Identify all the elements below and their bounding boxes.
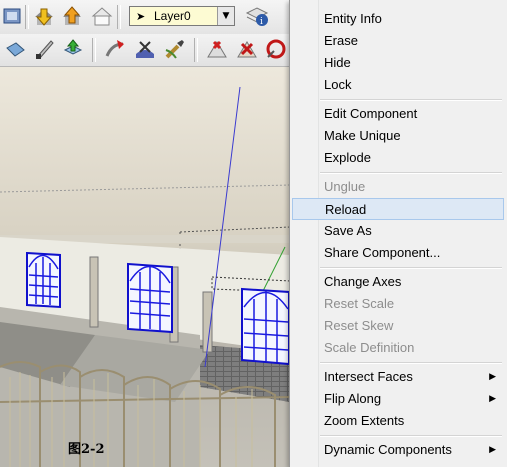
chevron-down-icon[interactable]: ▼ — [217, 7, 234, 25]
menu-item-label: Reset Skew — [324, 318, 394, 333]
menu-item-change-axes[interactable]: Change Axes — [292, 271, 504, 293]
menu-item-entity-info[interactable]: Entity Info — [292, 8, 504, 30]
menu-item-label: Save As — [324, 223, 372, 238]
menu-item-intersect-faces[interactable]: Intersect Faces ▶ — [292, 366, 504, 388]
extrude-icon[interactable] — [62, 38, 84, 60]
toolbar-separator — [117, 5, 121, 29]
push-pull-icon[interactable] — [4, 38, 26, 60]
sandbox-icon[interactable] — [134, 38, 156, 60]
menu-item-label: Erase — [324, 33, 358, 48]
menu-item-label: Lock — [324, 77, 352, 92]
menu-item-label: Hide — [324, 55, 351, 70]
menu-item-reset-scale: Reset Scale — [292, 293, 504, 315]
figure-caption: 图2-2 — [68, 442, 105, 457]
menu-item-explode[interactable]: Explode — [292, 147, 504, 169]
menu-separator — [320, 362, 502, 364]
menu-item-reset-skew: Reset Skew — [292, 315, 504, 337]
menu-item-flip-along[interactable]: Flip Along ▶ — [292, 388, 504, 410]
menu-item-erase[interactable]: Erase — [292, 30, 504, 52]
layers-arrow-icon: ➤ — [136, 10, 146, 23]
upload-model-icon[interactable] — [61, 5, 83, 27]
menu-item-label: Zoom Extents — [324, 413, 405, 428]
menu-item-label: Change Axes — [324, 274, 402, 289]
layer-dropdown[interactable]: ➤ Layer0 ▼ — [129, 6, 235, 26]
add-detail-icon[interactable] — [206, 38, 228, 60]
menu-item-save-as[interactable]: Save As — [292, 220, 504, 242]
context-menu: Entity Info Erase Hide Lock Edit Compone… — [289, 0, 507, 467]
menu-item-label: Edit Component — [324, 106, 418, 121]
submenu-arrow-icon: ▶ — [489, 371, 496, 381]
menu-item-hide[interactable]: Hide — [292, 52, 504, 74]
submenu-arrow-icon: ▶ — [489, 444, 496, 454]
smoove-icon[interactable] — [264, 38, 286, 60]
menu-item-unglue: Unglue — [292, 176, 504, 198]
toolbar-separator — [25, 5, 29, 29]
menu-item-label: Flip Along — [324, 391, 382, 406]
menu-item-dynamic-components[interactable]: Dynamic Components ▶ — [292, 439, 504, 461]
menu-item-reload[interactable]: Reload — [292, 198, 504, 220]
warehouse-icon[interactable] — [91, 5, 113, 27]
menu-item-label: Scale Definition — [324, 340, 415, 355]
svg-text:i: i — [260, 17, 263, 27]
menu-item-scale-definition: Scale Definition — [292, 337, 504, 359]
toolbar-separator — [92, 38, 96, 62]
menu-separator — [320, 435, 502, 437]
download-model-icon[interactable] — [33, 5, 55, 27]
layer-manager-icon[interactable]: i — [245, 5, 269, 27]
menu-item-make-unique[interactable]: Make Unique — [292, 125, 504, 147]
menu-item-edit-component[interactable]: Edit Component — [292, 103, 504, 125]
menu-item-label: Intersect Faces — [324, 369, 413, 384]
menu-item-label: Share Component... — [324, 245, 441, 260]
submenu-arrow-icon: ▶ — [489, 393, 496, 403]
menu-item-zoom-extents[interactable]: Zoom Extents — [292, 410, 504, 432]
menu-item-lock[interactable]: Lock — [292, 74, 504, 96]
menu-item-share-component[interactable]: Share Component... — [292, 242, 504, 264]
components-icon[interactable] — [2, 6, 24, 28]
menu-item-label: Reset Scale — [324, 296, 395, 311]
menu-separator — [320, 99, 502, 101]
follow-me-icon[interactable] — [104, 38, 126, 60]
menu-item-label: Explode — [324, 150, 371, 165]
menu-item-label: Unglue — [324, 179, 366, 194]
menu-item-label: Entity Info — [324, 11, 382, 26]
toolbar-separator — [194, 38, 198, 62]
menu-item-label: Dynamic Components — [324, 442, 452, 457]
current-layer-value: Layer0 — [154, 9, 191, 23]
menu-item-label: Reload — [325, 202, 367, 217]
menu-separator — [320, 267, 502, 269]
menu-item-label: Make Unique — [324, 128, 401, 143]
knife-icon[interactable] — [33, 38, 55, 60]
flip-edge-icon[interactable] — [236, 38, 258, 60]
menu-separator — [320, 172, 502, 174]
brush-icon[interactable] — [164, 38, 186, 60]
